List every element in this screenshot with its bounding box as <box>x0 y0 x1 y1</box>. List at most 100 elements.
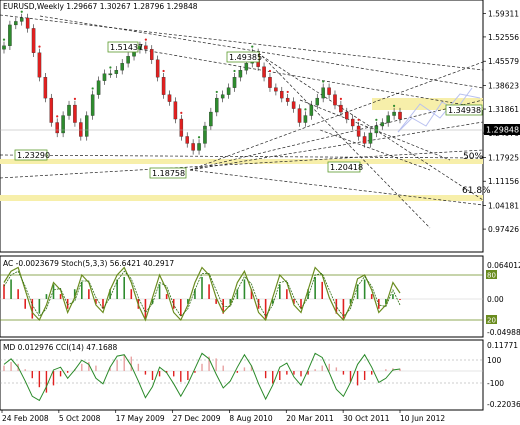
svg-text:1.20418: 1.20418 <box>330 163 363 172</box>
osc-tick-zero: 0.00 <box>487 295 504 304</box>
candle-body-50 <box>297 108 302 123</box>
fractal-dot-6 <box>38 45 41 48</box>
candle-body-48 <box>285 97 290 102</box>
price-label-1: 1.51437 <box>107 41 143 53</box>
svg-text:1.18758: 1.18758 <box>152 169 185 178</box>
candle-body-54 <box>321 87 325 99</box>
price-axis: 1.593111.525561.455791.386231.318611.249… <box>483 9 519 234</box>
fractal-dot-9 <box>56 115 59 118</box>
candle-body-62 <box>368 132 373 144</box>
candle-body-33 <box>197 143 201 151</box>
date-tick-label-5: 20 Mar 2011 <box>286 414 334 423</box>
candle-body-13 <box>79 122 83 137</box>
price-label-2: 1.49385 <box>226 51 262 63</box>
fractal-dot-48 <box>286 90 289 94</box>
candle-body-38 <box>226 87 231 95</box>
candle-body-46 <box>274 87 278 92</box>
date-tick-label-4: 8 Aug 2010 <box>229 414 272 423</box>
candle-body-27 <box>161 77 166 95</box>
current-price-label: 1.29848 <box>486 126 519 135</box>
candle-body-39 <box>232 77 237 88</box>
fractal-dot-30 <box>180 111 183 114</box>
candle-body-59 <box>350 118 355 127</box>
candle-body-26 <box>155 59 160 78</box>
candle-body-53 <box>315 97 320 106</box>
price-tick-label-3: 1.38623 <box>488 81 519 90</box>
candle-body-5 <box>31 28 36 53</box>
candle-body-65 <box>386 115 390 123</box>
candle-body-57 <box>339 104 343 113</box>
cci-tick-top: 0.11771 <box>487 341 518 350</box>
candle-body-19 <box>114 70 119 74</box>
candle-body-24 <box>144 45 148 50</box>
price-tick-label-0: 1.59311 <box>488 9 519 18</box>
price-tick-label-7: 1.11156 <box>488 177 519 186</box>
fractal-dot-33 <box>197 136 201 139</box>
date-tick-label-6: 30 Oct 2011 <box>343 414 390 423</box>
candle-body-9 <box>55 122 59 134</box>
cci-tick-100: 100 <box>487 356 502 365</box>
price-tick-label-2: 1.45579 <box>488 57 519 66</box>
candle-body-32 <box>191 143 195 151</box>
candle-body-18 <box>108 73 113 76</box>
osc-tick-top: 0.0640123 <box>487 261 520 270</box>
chart-canvas[interactable]: 1.593111.525561.455791.386231.318611.249… <box>0 0 520 425</box>
candle-body-66 <box>392 111 396 116</box>
date-axis: 24 Feb 2008 5 Oct 2008 17 May 2009 27 Dec 2… <box>1 410 445 423</box>
candle-body-10 <box>61 115 65 134</box>
fractal-dot-63 <box>375 118 378 121</box>
candle-body-6 <box>37 52 42 78</box>
price-label-3: 1.23290 <box>14 149 50 161</box>
fractal-dot-15 <box>91 87 94 90</box>
candle-body-36 <box>215 97 219 113</box>
candle-body-29 <box>173 101 178 120</box>
fractal-dot-39 <box>233 69 236 73</box>
price-tick-label-8: 1.04181 <box>488 202 519 211</box>
price-tick-label-4: 1.31861 <box>488 105 519 114</box>
fib-label-618: 61.8% <box>462 186 491 196</box>
fib-label-50: 50% <box>463 152 483 162</box>
candle-body-14 <box>84 115 89 137</box>
candle-body-7 <box>43 77 48 99</box>
price-label-5: 1.20418 <box>327 161 363 173</box>
candle-body-58 <box>345 111 349 120</box>
fractal-dot-60 <box>357 118 360 121</box>
candle-body-61 <box>362 136 367 144</box>
date-tick-label-3: 27 Dec 2009 <box>173 414 221 423</box>
candle-body-2 <box>14 21 18 26</box>
candle-body-16 <box>96 80 101 95</box>
candle-body-0 <box>2 45 6 50</box>
candle-body-47 <box>280 90 284 99</box>
candle-body-8 <box>49 97 54 123</box>
fractal-dot-54 <box>322 80 325 83</box>
chart-title: EURUSD,Weekly 1.29667 1.30267 1.28796 1.… <box>3 2 198 11</box>
candle-body-3 <box>19 17 24 22</box>
fractal-dot-66 <box>392 104 396 107</box>
candle-body-1 <box>8 24 12 46</box>
candle-body-11 <box>67 104 71 116</box>
candle-body-30 <box>179 118 184 137</box>
fractal-dot-42 <box>251 45 254 48</box>
candle-body-21 <box>126 56 130 64</box>
date-tick-label-7: 10 Jun 2012 <box>400 414 445 423</box>
fractal-dot-45 <box>268 69 272 73</box>
date-tick-label-2: 17 May 2009 <box>116 414 165 423</box>
candle-body-55 <box>327 87 331 95</box>
candle-body-51 <box>303 115 308 123</box>
fractal-dot-0 <box>2 38 6 41</box>
fractal-dot-12 <box>73 97 77 101</box>
candle-body-63 <box>374 125 379 134</box>
candle-body-37 <box>220 94 225 99</box>
price-tick-label-9: 0.97426 <box>488 225 519 234</box>
svg-text:1.49385: 1.49385 <box>229 53 262 62</box>
candle-body-67 <box>398 111 402 120</box>
support-zone-618 <box>0 195 483 201</box>
candle-body-25 <box>150 49 154 60</box>
osc-tick-bottom: -0.04988 <box>487 328 520 337</box>
fractal-dot-57 <box>339 97 342 101</box>
candle-body-17 <box>102 73 107 81</box>
oscillator-title: AC -0.0023679 Stoch(5,3,3) 56.6421 40.29… <box>3 259 174 268</box>
candle-body-45 <box>268 77 272 88</box>
candle-body-20 <box>120 63 124 71</box>
svg-text:1.51437: 1.51437 <box>110 43 143 52</box>
